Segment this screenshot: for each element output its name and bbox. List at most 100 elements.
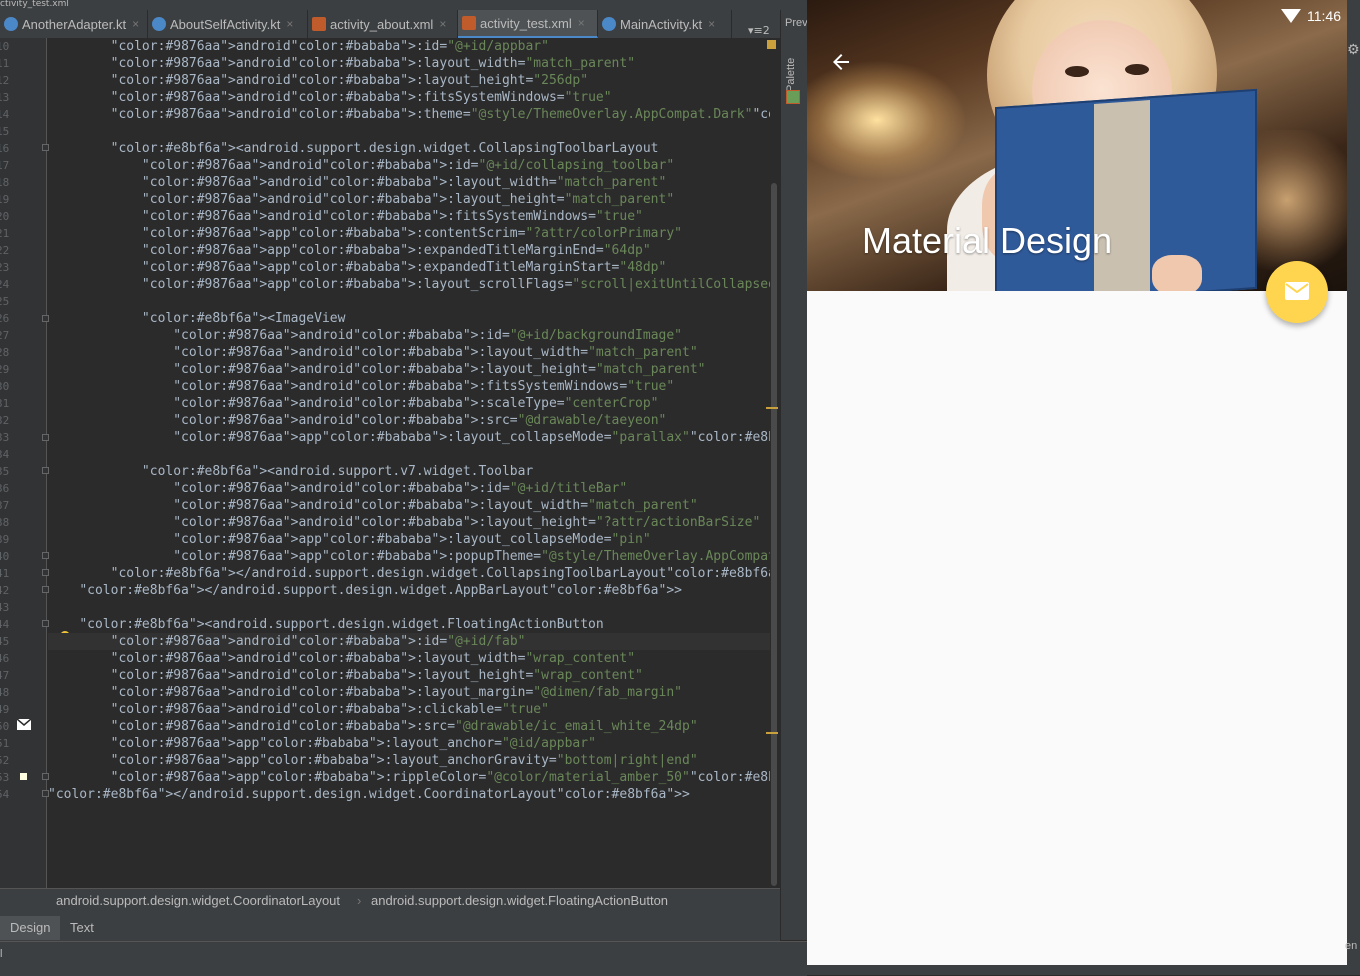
code-line[interactable]: "color:#9876aa">android"color:#bababa">:… xyxy=(48,38,549,55)
device-preview: 11:46 Material Design xyxy=(807,0,1347,965)
line-number: 47 xyxy=(0,669,10,682)
code-line[interactable]: "color:#9876aa">android"color:#bababa">:… xyxy=(48,55,635,72)
code-line[interactable]: "color:#9876aa">android"color:#bababa">:… xyxy=(48,497,697,514)
code-line[interactable]: "color:#9876aa">android"color:#bababa">:… xyxy=(48,378,674,395)
fab-button[interactable] xyxy=(1266,261,1328,323)
code-line[interactable]: "color:#e8bf6a"><ImageView xyxy=(48,310,346,327)
code-line[interactable]: "color:#9876aa">android"color:#bababa">:… xyxy=(48,684,682,701)
tab-overflow-button[interactable]: ▾≡2 xyxy=(748,24,770,37)
preview-label[interactable]: Prev xyxy=(785,17,808,29)
code-line[interactable]: "color:#9876aa">android"color:#bababa">:… xyxy=(48,157,674,174)
error-stripe-marker[interactable] xyxy=(766,407,778,409)
line-number: 17 xyxy=(0,159,10,172)
code-line[interactable]: "color:#9876aa">android"color:#bababa">:… xyxy=(48,174,666,191)
tab-activity-about[interactable]: activity_about.xml × xyxy=(308,10,458,38)
code-line[interactable]: "color:#9876aa">android"color:#bababa">:… xyxy=(48,667,643,684)
line-number: 19 xyxy=(0,193,10,206)
kotlin-file-icon xyxy=(152,17,166,31)
code-line[interactable]: "color:#9876aa">app"color:#bababa">:layo… xyxy=(48,752,698,769)
tab-design[interactable]: Design xyxy=(0,916,61,940)
code-line[interactable]: "color:#e8bf6a"><android.support.design.… xyxy=(48,616,603,633)
code-line[interactable]: "color:#9876aa">android"color:#bababa">:… xyxy=(48,701,549,718)
code-line[interactable]: "color:#9876aa">android"color:#bababa">:… xyxy=(48,191,674,208)
close-icon[interactable]: × xyxy=(708,17,715,31)
line-number: 44 xyxy=(0,618,10,631)
tab-main-activity[interactable]: MainActivity.kt × xyxy=(598,10,732,38)
code-line[interactable]: "color:#9876aa">app"color:#bababa">:expa… xyxy=(48,259,666,276)
code-line[interactable]: "color:#9876aa">android"color:#bababa">:… xyxy=(48,72,588,89)
scrollbar-thumb[interactable] xyxy=(771,183,777,886)
line-number: 42 xyxy=(0,584,10,597)
code-line[interactable]: "color:#9876aa">android"color:#bababa">:… xyxy=(48,89,612,106)
breadcrumb-item[interactable]: android.support.design.widget.Coordinato… xyxy=(56,889,340,913)
palette-panel[interactable]: Palette xyxy=(780,10,808,940)
tab-another-adapter[interactable]: AnotherAdapter.kt × xyxy=(0,10,148,38)
palette-label[interactable]: Palette xyxy=(785,58,797,92)
line-number: 54 xyxy=(0,788,10,801)
code-line[interactable]: "color:#9876aa">android"color:#bababa">:… xyxy=(48,480,627,497)
tab-activity-test[interactable]: activity_test.xml × xyxy=(458,10,598,38)
code-line[interactable]: "color:#9876aa">app"color:#bababa">:popu… xyxy=(48,548,770,565)
code-line[interactable]: "color:#9876aa">android"color:#bababa">:… xyxy=(48,395,658,412)
code-line[interactable]: "color:#9876aa">android"color:#bababa">:… xyxy=(48,344,697,361)
line-number: 49 xyxy=(0,703,10,716)
xml-file-icon xyxy=(462,16,476,30)
code-line[interactable]: "color:#9876aa">android"color:#bababa">:… xyxy=(48,633,526,650)
wifi-icon xyxy=(1281,9,1301,23)
tab-text[interactable]: Text xyxy=(60,916,104,940)
window-title: ctivity_test.xml xyxy=(0,0,807,10)
code-line[interactable]: "color:#9876aa">android"color:#bababa">:… xyxy=(48,718,698,735)
code-editor[interactable]: "color:#9876aa">android"color:#bababa">:… xyxy=(48,38,770,888)
code-line[interactable]: "color:#9876aa">app"color:#bababa">:layo… xyxy=(48,276,770,293)
code-line[interactable]: "color:#e8bf6a"></android.support.design… xyxy=(48,582,682,599)
line-number: 36 xyxy=(0,482,10,495)
preview-icon[interactable] xyxy=(786,90,800,104)
code-line[interactable]: "color:#9876aa">app"color:#bababa">:ripp… xyxy=(48,769,770,786)
tab-label: AboutSelfActivity.kt xyxy=(170,16,281,32)
code-line[interactable]: "color:#e8bf6a"></android.support.design… xyxy=(48,565,770,582)
line-number: 52 xyxy=(0,754,10,767)
code-line[interactable]: "color:#9876aa">android"color:#bababa">:… xyxy=(48,650,635,667)
line-number: 15 xyxy=(0,125,10,138)
close-icon[interactable]: × xyxy=(286,17,293,31)
code-line[interactable]: "color:#9876aa">app"color:#bababa">:cont… xyxy=(48,225,682,242)
code-line[interactable]: "color:#9876aa">android"color:#bababa">:… xyxy=(48,208,643,225)
line-number: 10 xyxy=(0,40,10,53)
line-number: 18 xyxy=(0,176,10,189)
line-number: 21 xyxy=(0,227,10,240)
code-line[interactable]: "color:#e8bf6a"><android.support.v7.widg… xyxy=(48,463,533,480)
tab-label: MainActivity.kt xyxy=(620,16,703,32)
line-number: 22 xyxy=(0,244,10,257)
code-line[interactable]: "color:#9876aa">app"color:#bababa">:layo… xyxy=(48,735,596,752)
tab-about-self-activity[interactable]: AboutSelfActivity.kt × xyxy=(148,10,308,38)
close-icon[interactable]: × xyxy=(439,17,446,31)
error-stripe-marker[interactable] xyxy=(766,732,778,734)
side-toolbar: en ⚙ xyxy=(1345,0,1360,975)
tab-label: AnotherAdapter.kt xyxy=(22,16,127,32)
code-line[interactable]: "color:#e8bf6a"></android.support.design… xyxy=(48,786,690,803)
line-number: 32 xyxy=(0,414,10,427)
code-line[interactable]: "color:#9876aa">android"color:#bababa">:… xyxy=(48,514,760,531)
code-line[interactable]: "color:#9876aa">android"color:#bababa">:… xyxy=(48,327,682,344)
device-nav-bar xyxy=(807,965,1347,975)
line-number: 20 xyxy=(0,210,10,223)
code-line[interactable]: "color:#9876aa">app"color:#bababa">:expa… xyxy=(48,242,651,259)
status-text: l xyxy=(0,948,3,960)
breadcrumb-item[interactable]: android.support.design.widget.FloatingAc… xyxy=(371,889,668,913)
code-line[interactable]: "color:#9876aa">android"color:#bababa">:… xyxy=(48,361,705,378)
code-line[interactable]: "color:#9876aa">app"color:#bababa">:layo… xyxy=(48,531,650,548)
warning-marker-icon[interactable] xyxy=(767,40,776,49)
close-icon[interactable]: × xyxy=(132,17,139,31)
code-line[interactable]: "color:#9876aa">app"color:#bababa">:layo… xyxy=(48,429,770,446)
code-line[interactable]: "color:#9876aa">android"color:#bababa">:… xyxy=(48,106,770,123)
ide-window: ctivity_test.xml AnotherAdapter.kt × Abo… xyxy=(0,0,808,976)
code-line[interactable]: "color:#e8bf6a"><android.support.design.… xyxy=(48,140,659,157)
line-number: 48 xyxy=(0,686,10,699)
status-text-right: en xyxy=(1345,940,1358,952)
line-number: 14 xyxy=(0,108,10,121)
code-line[interactable]: "color:#9876aa">android"color:#bababa">:… xyxy=(48,412,666,429)
settings-icon[interactable]: ⚙ xyxy=(1347,42,1360,58)
close-icon[interactable]: × xyxy=(578,16,585,30)
line-number: 30 xyxy=(0,380,10,393)
back-arrow-icon[interactable] xyxy=(829,50,853,74)
